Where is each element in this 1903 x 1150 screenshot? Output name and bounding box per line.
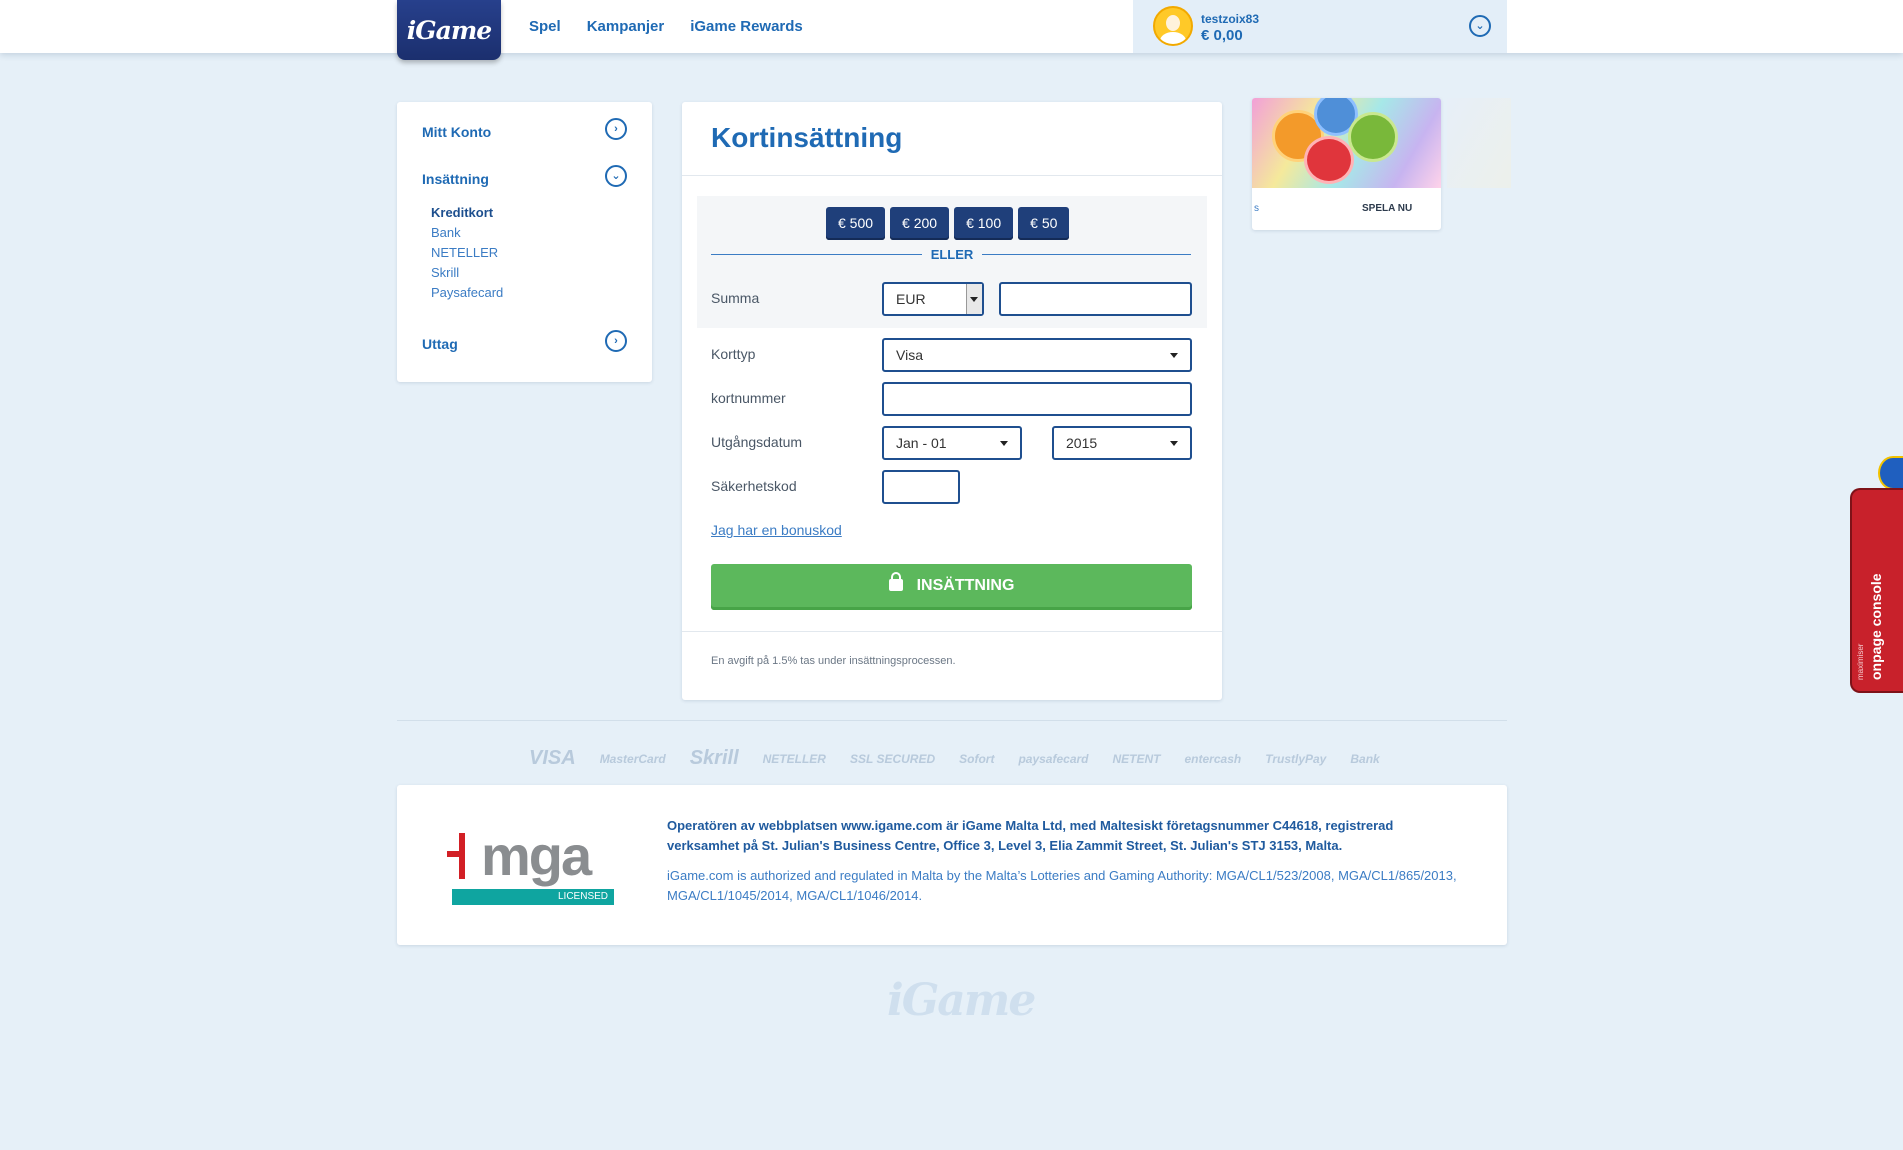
deposit-button-label: INSÄTTNING (916, 577, 1015, 594)
bonus-code-link[interactable]: Jag har en bonuskod (711, 522, 842, 538)
footer-logo: iGame (887, 975, 1036, 1026)
neteller-logo: NETELLER (762, 751, 826, 766)
card-number-input[interactable] (882, 382, 1192, 416)
user-panel[interactable]: testzoix83 € 0,00 ⌄ (1133, 0, 1507, 53)
deposit-method-list: Kreditkort Bank NETELLER Skrill Paysafec… (431, 203, 503, 303)
ssl-secured-logo: SSL SECURED (849, 751, 936, 766)
payment-logos: VISA MasterCard Skrill NETELLER SSL SECU… (529, 747, 1389, 770)
card-type-label: Korttyp (711, 346, 756, 362)
licensed-badge: LICENSED (452, 889, 614, 905)
quick-amount-200[interactable]: € 200 (890, 207, 950, 240)
avatar-icon (1153, 6, 1193, 46)
fruit-game-image (1252, 98, 1441, 188)
entercash-logo: entercash (1184, 751, 1242, 766)
method-kreditkort[interactable]: Kreditkort (431, 203, 503, 223)
authority-text: iGame.com is authorized and regulated in… (667, 868, 1457, 903)
chevron-down-icon[interactable]: ⌄ (1469, 15, 1491, 37)
chevron-down-icon[interactable]: ⌄ (605, 165, 627, 187)
amount-input[interactable] (999, 282, 1192, 316)
top-bar: iGame Spel Kampanjer iGame Rewards testz… (0, 0, 1903, 60)
mastercard-logo: MasterCard (599, 751, 666, 766)
expiry-year-select[interactable]: 2015 (1052, 426, 1192, 460)
console-handle-icon[interactable] (1878, 456, 1903, 490)
skrill-logo: Skrill (689, 747, 739, 769)
method-skrill[interactable]: Skrill (431, 263, 503, 283)
onpage-console-tab[interactable]: maximiser onpage console (1850, 488, 1903, 693)
card-type-select[interactable]: Visa (882, 338, 1192, 372)
nav-kampanjer[interactable]: Kampanjer (587, 18, 665, 35)
chevron-down-icon (1170, 353, 1178, 358)
chevron-right-icon[interactable]: › (605, 330, 627, 352)
deposit-button[interactable]: INSÄTTNING (711, 564, 1192, 610)
sidebar-item-mitt-konto[interactable]: Mitt Konto (422, 124, 491, 140)
page-title: Kortinsättning (711, 122, 903, 153)
card-type-value: Visa (896, 347, 923, 363)
play-now-link[interactable]: SPELA NU (1362, 203, 1412, 214)
promo-title-fragment: s (1254, 203, 1259, 214)
expiry-label: Utgångsdatum (711, 434, 803, 450)
main-nav: Spel Kampanjer iGame Rewards (529, 18, 803, 35)
cvc-input[interactable] (882, 470, 960, 504)
paysafecard-logo: paysafecard (1018, 751, 1089, 766)
chevron-right-icon[interactable]: › (605, 118, 627, 140)
quick-amount-group: € 500 € 200 € 100 € 50 (826, 207, 1070, 240)
currency-select[interactable]: EUR (882, 282, 984, 316)
method-paysafecard[interactable]: Paysafecard (431, 283, 503, 303)
currency-value: EUR (896, 291, 926, 307)
netent-logo: NETENT (1112, 751, 1161, 766)
bank-logo: Bank (1350, 751, 1380, 766)
amount-label: Summa (711, 290, 760, 306)
lock-icon (888, 572, 903, 591)
expiry-month-value: Jan - 01 (896, 435, 947, 451)
username: testzoix83 (1201, 12, 1260, 26)
cvc-label: Säkerhetskod (711, 478, 797, 494)
quick-amount-500[interactable]: € 500 (826, 207, 886, 240)
operator-text: Operatören av webbplatsen www.igame.com … (667, 818, 1394, 853)
quick-amount-50[interactable]: € 50 (1018, 207, 1070, 240)
nav-spel[interactable]: Spel (529, 18, 561, 35)
expiry-month-select[interactable]: Jan - 01 (882, 426, 1022, 460)
fee-note: En avgift på 1.5% tas under insättningsp… (711, 655, 956, 667)
maltese-cross-icon (447, 825, 467, 885)
license-box: mga LICENSED Operatören av webbplatsen w… (397, 785, 1507, 945)
chevron-down-icon (1000, 441, 1008, 446)
igame-logo[interactable]: iGame (397, 0, 501, 60)
promo-banner[interactable]: s SPELA NU (1252, 98, 1441, 230)
footer-divider (397, 720, 1507, 721)
trustlypay-logo: TrustlyPay (1265, 751, 1327, 766)
console-title: onpage console (1868, 573, 1884, 680)
quick-amount-100[interactable]: € 100 (954, 207, 1014, 240)
balance: € 0,00 (1201, 27, 1243, 44)
method-neteller[interactable]: NETELLER (431, 243, 503, 263)
console-brand: maximiser (1856, 643, 1865, 680)
account-sidebar: Mitt Konto › Insättning ⌄ Kreditkort Ban… (397, 102, 652, 382)
card-number-label: kortnummer (711, 390, 786, 406)
or-label: ELLER (922, 247, 982, 262)
visa-logo: VISA (529, 747, 576, 769)
sidebar-item-insattning[interactable]: Insättning (422, 171, 489, 187)
sidebar-item-uttag[interactable]: Uttag (422, 336, 458, 352)
select-arrow-icon (966, 284, 982, 314)
expiry-year-value: 2015 (1066, 435, 1098, 451)
nav-igame-rewards[interactable]: iGame Rewards (690, 18, 803, 35)
divider (682, 631, 1222, 632)
divider (682, 175, 1222, 176)
card-deposit-form: Kortinsättning € 500 € 200 € 100 € 50 EL… (682, 102, 1222, 700)
mga-logo: mga (481, 824, 592, 887)
chevron-down-icon (1170, 441, 1178, 446)
next-promo-preview[interactable] (1447, 98, 1511, 188)
method-bank[interactable]: Bank (431, 223, 503, 243)
sofort-logo: Sofort (959, 751, 995, 766)
